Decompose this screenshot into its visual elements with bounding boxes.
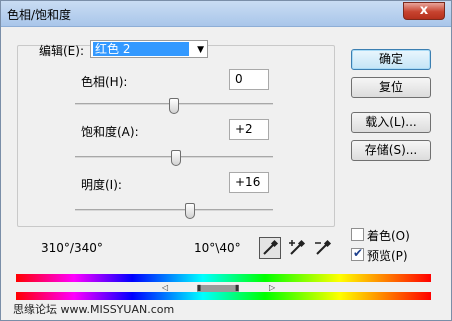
colorize-label: 着色(O) [367,229,410,243]
hue-saturation-dialog: 色相/饱和度 x 编辑(E): 红色 2 ▼ 色相(H): 0 饱和度(A): … [0,0,452,321]
hue-slider-thumb[interactable] [169,98,179,114]
edit-channel-value: 红色 2 [93,42,189,56]
reset-button[interactable]: 复位 [351,77,431,98]
range-selection-bar[interactable] [197,285,239,292]
range-inner-right-marker[interactable]: ▮ [235,283,239,292]
eyedropper-plus-icon[interactable] [286,237,308,259]
lightness-slider-thumb[interactable] [184,203,195,219]
hue-input[interactable]: 0 [229,69,269,90]
edit-channel-select[interactable]: 红色 2 ▼ [90,40,208,58]
lightness-input[interactable]: +16 [229,172,269,193]
range-left-readout: 310°/340° [41,241,103,255]
hue-label: 色相(H): [81,75,128,89]
range-right-readout: 10°\40° [194,241,241,255]
chevron-down-icon: ▼ [197,45,204,55]
colorize-checkbox[interactable] [351,228,364,241]
saturation-input[interactable]: +2 [229,119,269,140]
lightness-label: 明度(I): [81,178,122,192]
title-bar[interactable]: 色相/饱和度 x [1,1,451,27]
edit-label: 编辑(E): [39,44,84,58]
source-color-ramp [16,274,431,282]
close-button[interactable]: x [403,2,445,20]
checkmark-icon: ✔ [353,246,364,260]
range-left-marker[interactable]: ◁ [162,283,168,292]
range-right-marker[interactable]: ▷ [269,283,275,292]
settings-group [17,45,335,227]
window-title: 色相/饱和度 [7,8,72,22]
save-button[interactable]: 存储(S)... [351,140,431,161]
eyedropper-minus-icon[interactable] [312,237,334,259]
preview-checkbox[interactable]: ✔ [351,246,364,261]
saturation-label: 饱和度(A): [81,125,139,139]
lightness-slider-track[interactable] [75,209,273,211]
saturation-slider-thumb[interactable] [170,150,181,166]
load-button[interactable]: 载入(L)... [351,112,431,133]
ok-button[interactable]: 确定 [351,49,431,70]
preview-label: 预览(P) [367,249,408,263]
adjusted-color-ramp [16,292,431,300]
watermark-text: 思缘论坛 www.MISSYUAN.com [13,303,175,316]
range-inner-left-marker[interactable]: ▮ [197,283,201,292]
eyedropper-icon[interactable] [259,237,281,259]
